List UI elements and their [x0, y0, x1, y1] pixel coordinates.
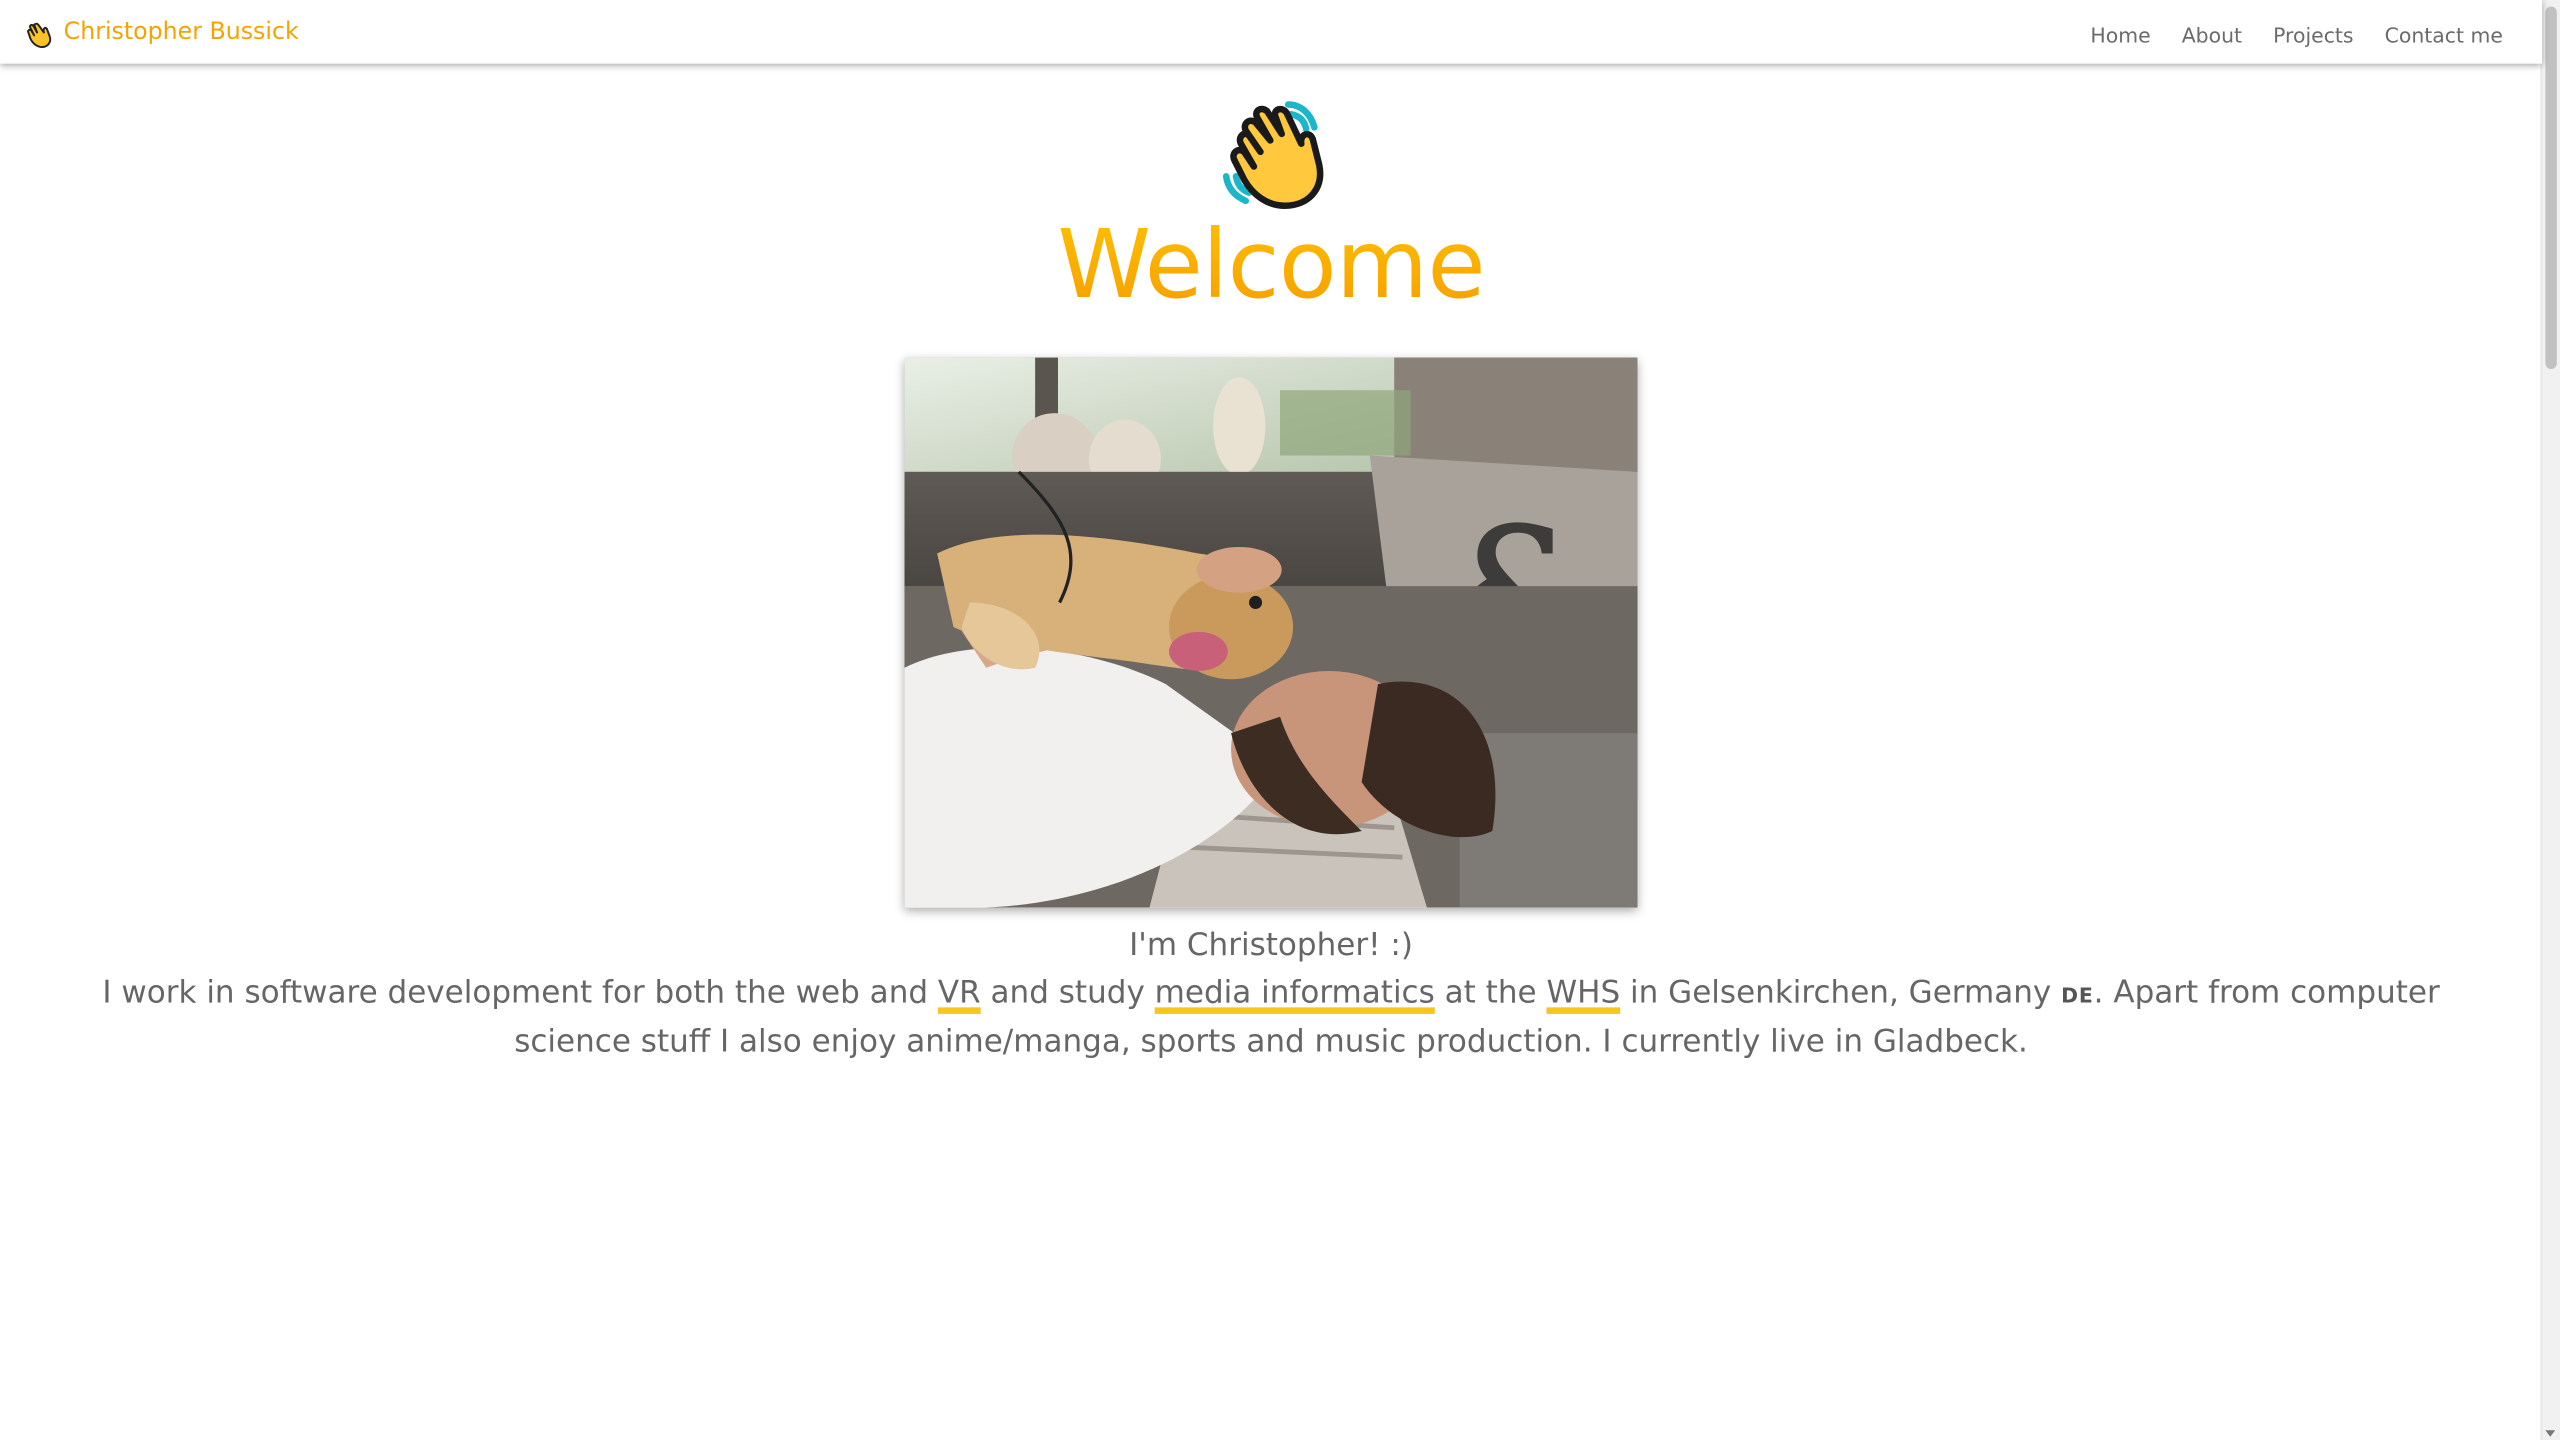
bio-text: I work in software development for both …	[102, 974, 938, 1011]
bio-paragraph: I work in software development for both …	[49, 970, 2493, 1066]
scrollbar[interactable]	[2540, 0, 2560, 1440]
scrollbar-thumb[interactable]	[2545, 6, 2557, 369]
profile-photo: &	[904, 357, 1638, 908]
photo-illustration: &	[904, 357, 1638, 908]
bio-text: and study	[980, 974, 1155, 1011]
bio-text: in Gelsenkirchen, Germany	[1620, 974, 2062, 1011]
page: Christopher Bussick Home About Projects …	[0, 0, 2560, 1440]
nav-links: Home About Projects Contact me	[2090, 21, 2503, 50]
scroll-down-arrow-icon[interactable]	[2545, 1430, 2556, 1437]
bio-text: at the	[1434, 974, 1547, 1011]
page-title: Welcome	[0, 202, 2542, 326]
whs-link[interactable]: WHS	[1546, 975, 1620, 1011]
brand-link[interactable]: Christopher Bussick	[24, 15, 299, 51]
navbar: Christopher Bussick Home About Projects …	[0, 0, 2543, 64]
brand-name: Christopher Bussick	[63, 19, 299, 46]
media-informatics-link[interactable]: media informatics	[1155, 975, 1435, 1011]
nav-about[interactable]: About	[2182, 21, 2242, 50]
germany-flag-icon: DE	[2061, 982, 2094, 1008]
nav-contact[interactable]: Contact me	[2385, 21, 2503, 50]
waving-hand-icon	[27, 21, 52, 48]
intro-text: I'm Christopher! :)	[1129, 927, 1413, 964]
vr-link[interactable]: VR	[938, 975, 981, 1011]
nav-projects[interactable]: Projects	[2273, 21, 2353, 50]
waving-hand-icon	[1222, 101, 1324, 209]
nav-home[interactable]: Home	[2090, 21, 2150, 50]
